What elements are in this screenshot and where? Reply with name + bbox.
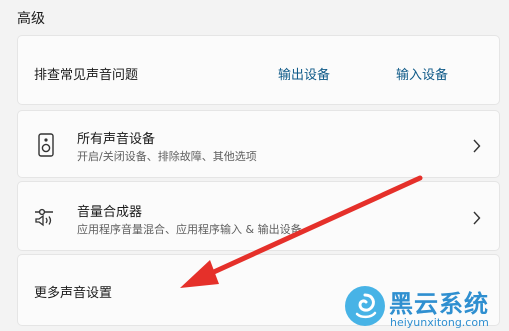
troubleshoot-label: 排查常见声音问题	[34, 68, 139, 83]
watermark-url: heiyunxitong.com	[390, 316, 489, 329]
troubleshoot-card: 排查常见声音问题 输出设备 输入设备	[17, 35, 500, 105]
input-device-link[interactable]: 输入设备	[396, 64, 448, 83]
more-sound-settings-label: 更多声音设置	[34, 286, 113, 301]
all-sound-devices-item[interactable]: 所有声音设备 开启/关闭设备、排除故障、其他选项	[17, 110, 500, 178]
watermark-text: 黑云系统	[389, 290, 489, 318]
chevron-right-icon	[472, 138, 481, 153]
all-sound-devices-subtitle: 开启/关闭设备、排除故障、其他选项	[77, 150, 257, 163]
volume-mixer-subtitle: 应用程序音量混合、应用程序输入 & 输出设备	[77, 223, 302, 236]
watermark: 黑云系统 heiyunxitong.com	[345, 286, 509, 331]
volume-mixer-item[interactable]: 音量合成器 应用程序音量混合、应用程序输入 & 输出设备	[17, 181, 500, 251]
volume-mixer-icon	[34, 207, 60, 227]
watermark-logo-icon	[345, 286, 385, 326]
section-title: 高级	[17, 11, 45, 27]
volume-mixer-title: 音量合成器	[77, 205, 143, 220]
output-device-link[interactable]: 输出设备	[278, 64, 330, 83]
chevron-right-icon	[472, 210, 481, 225]
all-sound-devices-title: 所有声音设备	[77, 132, 156, 147]
speaker-icon	[38, 133, 54, 157]
